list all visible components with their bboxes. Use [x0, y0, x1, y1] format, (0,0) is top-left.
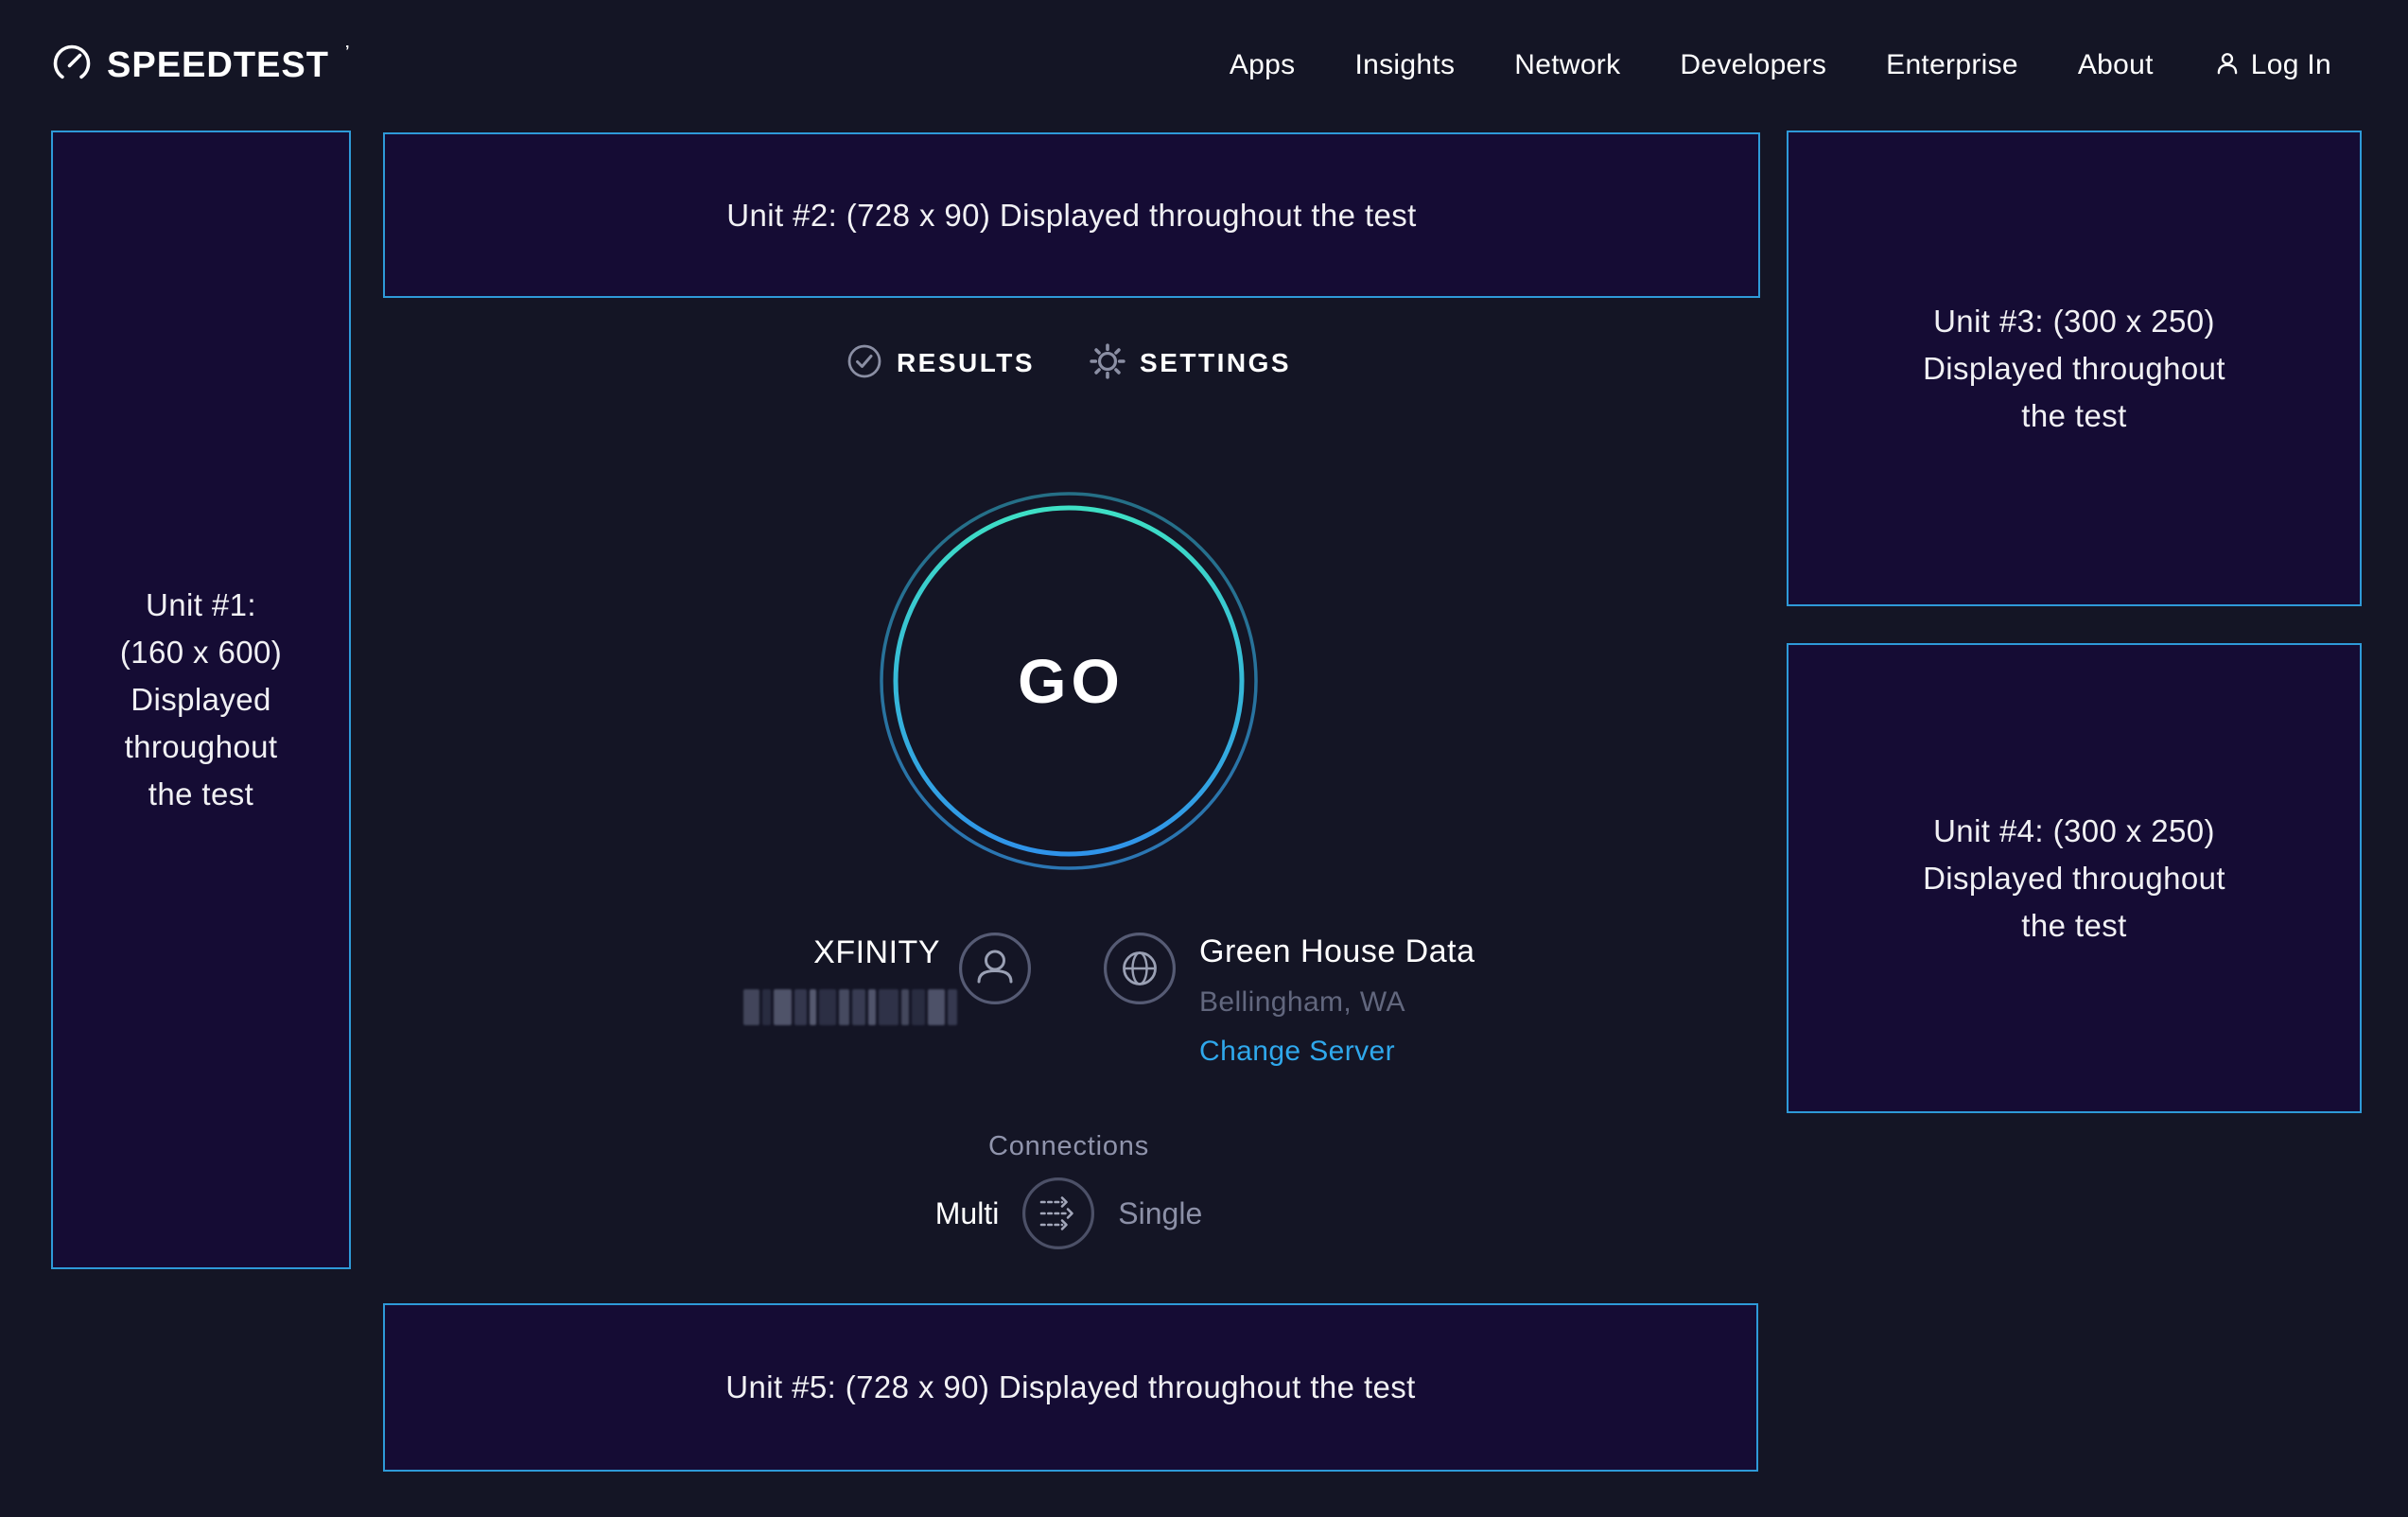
server-globe-icon	[1103, 932, 1177, 1005]
server-location: Bellingham, WA	[1199, 986, 1475, 1019]
nav-item-about[interactable]: About	[2078, 49, 2154, 81]
isp-name: XFINITY	[813, 934, 940, 971]
isp-ip-redacted	[743, 989, 957, 1025]
speedtest-page: SPEEDTEST ’ Apps Insights Network Develo…	[0, 0, 2408, 1517]
ad-unit-1-skyscraper[interactable]: Unit #1: (160 x 600) Displayed throughou…	[51, 131, 351, 1269]
tab-results[interactable]: RESULTS	[846, 343, 1035, 384]
tab-settings[interactable]: SETTINGS	[1090, 343, 1291, 384]
brand-name: SPEEDTEST	[107, 47, 329, 83]
go-button-label: GO	[878, 490, 1260, 872]
nav-item-network[interactable]: Network	[1514, 49, 1620, 81]
check-circle-icon	[846, 343, 882, 384]
isp-user-icon	[958, 932, 1032, 1005]
change-server-link[interactable]: Change Server	[1199, 1036, 1475, 1068]
ad-unit-5-leaderboard-bottom[interactable]: Unit #5: (728 x 90) Displayed throughout…	[383, 1303, 1758, 1472]
connections-multi-option[interactable]: Multi	[935, 1196, 1000, 1231]
ad-unit-5-text: Unit #5: (728 x 90) Displayed throughout…	[725, 1364, 1416, 1411]
speedtest-logo[interactable]: SPEEDTEST ’	[51, 43, 347, 89]
speedometer-gauge-icon	[51, 43, 93, 89]
ad-unit-3-text: Unit #3: (300 x 250) Displayed throughou…	[1923, 298, 2225, 440]
nav-item-enterprise[interactable]: Enterprise	[1886, 49, 2018, 81]
connections-single-option[interactable]: Single	[1118, 1196, 1202, 1231]
server-info: Green House Data Bellingham, WA Change S…	[1199, 933, 1475, 1068]
ad-unit-1-text: Unit #1: (160 x 600) Displayed throughou…	[120, 582, 282, 818]
nav-item-developers[interactable]: Developers	[1680, 49, 1826, 81]
gear-icon	[1090, 343, 1125, 384]
ad-unit-4-text: Unit #4: (300 x 250) Displayed throughou…	[1923, 808, 2225, 950]
ad-unit-4-rectangle-bottom[interactable]: Unit #4: (300 x 250) Displayed throughou…	[1787, 643, 2362, 1113]
tabs-row: RESULTS SETTING	[350, 339, 1788, 388]
tab-results-label: RESULTS	[897, 348, 1035, 378]
top-navigation-bar: SPEEDTEST ’ Apps Insights Network Develo…	[0, 0, 2408, 131]
ad-unit-3-rectangle-top[interactable]: Unit #3: (300 x 250) Displayed throughou…	[1787, 131, 2362, 606]
nav-item-apps[interactable]: Apps	[1230, 49, 1296, 81]
nav-item-insights[interactable]: Insights	[1354, 49, 1455, 81]
connections-label: Connections	[350, 1131, 1788, 1162]
connections-toggle-row: Multi Single	[350, 1177, 1788, 1250]
ad-unit-2-leaderboard-top[interactable]: Unit #2: (728 x 90) Displayed throughout…	[383, 132, 1760, 298]
server-name: Green House Data	[1199, 933, 1475, 970]
go-button[interactable]: GO	[878, 490, 1260, 872]
brand-trademark: ’	[345, 44, 349, 61]
connections-toggle-icon[interactable]	[1021, 1177, 1095, 1250]
login-button[interactable]: Log In	[2213, 49, 2331, 82]
login-label: Log In	[2251, 49, 2331, 81]
main-nav-links: Apps Insights Network Developers Enterpr…	[1230, 49, 2331, 82]
tab-settings-label: SETTINGS	[1140, 348, 1291, 378]
user-icon	[2213, 49, 2242, 82]
ad-unit-2-text: Unit #2: (728 x 90) Displayed throughout…	[726, 192, 1417, 239]
